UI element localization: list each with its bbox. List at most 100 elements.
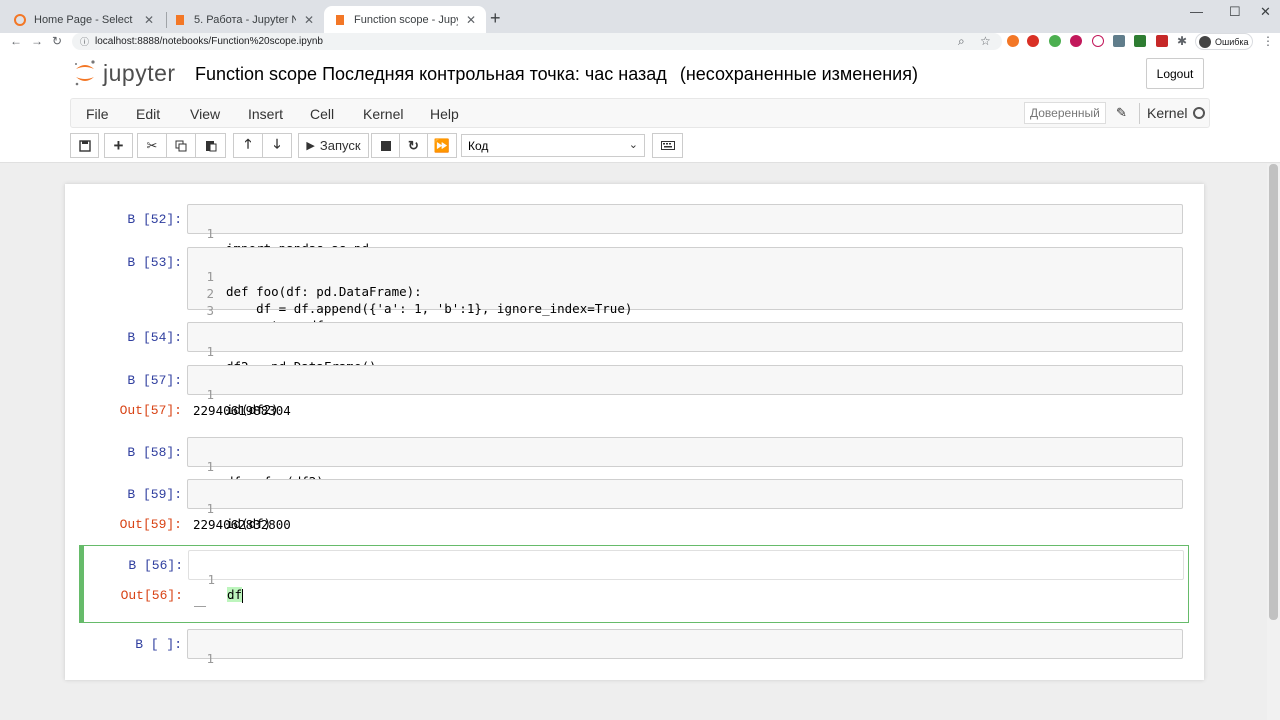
input-prompt: В [58]: xyxy=(127,445,182,460)
browser-menu-icon[interactable]: ⋮ xyxy=(1262,34,1274,48)
cut-button[interactable]: ✂ xyxy=(137,133,167,158)
kernel-name[interactable]: Kernel xyxy=(1147,105,1187,121)
command-palette-button[interactable] xyxy=(652,133,683,158)
run-label: Запуск xyxy=(319,138,361,153)
code-cell[interactable]: В [58]: 1 df = foo(df2) xyxy=(79,434,1189,489)
close-tab-icon[interactable]: ✕ xyxy=(304,13,314,27)
maximize-icon[interactable]: ☐ xyxy=(1229,4,1241,20)
browser-tab-home[interactable]: Home Page - Select or create a n ✕ xyxy=(4,6,164,33)
code-cell[interactable]: В [59]: 1 id(df) Out[59]: 2294062832800 xyxy=(79,477,1189,545)
insert-cell-button[interactable]: + xyxy=(104,133,133,158)
restart-run-all-button[interactable]: ⏩ xyxy=(427,133,457,158)
scissors-icon: ✂ xyxy=(146,137,158,153)
zoom-icon[interactable]: ⌕ xyxy=(958,34,965,49)
logout-button[interactable]: Logout xyxy=(1146,58,1204,89)
line-number: 1 xyxy=(206,226,214,241)
paste-button[interactable] xyxy=(195,133,226,158)
input-prompt: В [52]: xyxy=(127,212,182,227)
line-number: 1 xyxy=(206,459,214,474)
stop-icon xyxy=(380,140,391,151)
output-prompt: Out[56]: xyxy=(120,588,183,603)
extension-icon[interactable] xyxy=(1134,35,1146,47)
minimize-icon[interactable]: — xyxy=(1190,4,1203,19)
extension-icon[interactable] xyxy=(1070,35,1082,47)
back-icon[interactable]: ← xyxy=(10,34,22,48)
scrollbar-thumb[interactable] xyxy=(1269,164,1278,620)
close-tab-icon[interactable]: ✕ xyxy=(144,13,154,27)
menu-cell[interactable]: Cell xyxy=(310,106,334,122)
code-editor[interactable]: 1 df xyxy=(188,550,1184,603)
extensions-puzzle-icon[interactable]: ✱ xyxy=(1177,34,1187,48)
extension-icon[interactable] xyxy=(1092,35,1104,47)
notebook-scroll-area[interactable]: В [52]: 1 import pandas as pd В [53]: 1 … xyxy=(0,164,1267,720)
output-prompt: Out[57]: xyxy=(119,403,182,418)
extension-icon[interactable] xyxy=(1113,35,1125,47)
menu-bar: File Edit View Insert Cell Kernel Help Д… xyxy=(70,98,1210,128)
window-close-icon[interactable]: ✕ xyxy=(1260,4,1271,20)
menu-view[interactable]: View xyxy=(190,106,220,122)
jupyter-favicon-icon xyxy=(14,13,26,26)
close-tab-icon[interactable]: ✕ xyxy=(466,13,476,27)
code-cell[interactable]: В [52]: 1 import pandas as pd xyxy=(79,201,1189,256)
output-text: 2294062832800 xyxy=(193,517,291,532)
jupyter-logo[interactable]: jupyter xyxy=(73,58,176,88)
edit-mode-pencil-icon: ✎ xyxy=(1116,105,1127,120)
url-input[interactable]: ⓘ localhost:8888/notebooks/Function%20sc… xyxy=(72,33,1002,50)
interrupt-button[interactable] xyxy=(371,133,400,158)
profile-error-button[interactable]: Ошибка xyxy=(1195,33,1253,50)
extension-icon[interactable] xyxy=(1027,35,1039,47)
jupyter-logo-text: jupyter xyxy=(103,59,176,86)
code-cell-selected[interactable]: В [56]: 1 df Out[56]: __ xyxy=(79,545,1189,623)
code-editor[interactable]: 1 import pandas as pd xyxy=(187,204,1183,256)
extension-icon[interactable] xyxy=(1049,35,1061,47)
new-tab-icon[interactable]: + xyxy=(490,8,501,29)
move-down-button[interactable]: 🡓 xyxy=(262,133,292,158)
extension-icon[interactable] xyxy=(1007,35,1019,47)
trusted-indicator[interactable]: Доверенный xyxy=(1024,102,1106,124)
browser-tab-notebook[interactable]: 5. Работа - Jupyter Notebook ✕ xyxy=(164,6,324,33)
notebook-title[interactable]: Function scope xyxy=(195,64,317,84)
browser-address-bar: ← → ↻ ⓘ localhost:8888/notebooks/Functio… xyxy=(0,33,1280,51)
input-prompt: В [ ]: xyxy=(135,637,182,652)
code-editor[interactable]: 1 id(df2) xyxy=(187,365,1183,417)
tab-title: Home Page - Select or create a n xyxy=(34,13,136,26)
extension-icon[interactable] xyxy=(1156,35,1168,47)
menu-help[interactable]: Help xyxy=(430,106,459,122)
code-editor[interactable]: 1 xyxy=(187,629,1183,666)
restart-button[interactable]: ↻ xyxy=(399,133,428,158)
menu-file[interactable]: File xyxy=(86,106,109,122)
code-cell[interactable]: В [54]: 1 df2 = pd.DataFrame() xyxy=(79,320,1189,374)
line-number: 1 xyxy=(206,387,214,402)
code-cell[interactable]: В [ ]: 1 xyxy=(79,627,1189,667)
plus-icon: + xyxy=(113,135,124,155)
arrow-down-icon: 🡓 xyxy=(273,135,281,151)
matched-text: df xyxy=(227,587,243,602)
code-editor[interactable]: 1 df = foo(df2) xyxy=(187,437,1183,489)
code-text: df xyxy=(227,587,244,603)
forward-icon[interactable]: → xyxy=(31,34,43,48)
menu-insert[interactable]: Insert xyxy=(248,106,283,122)
jupyter-logo-icon xyxy=(73,58,97,88)
code-editor[interactable]: 1 df2 = pd.DataFrame() xyxy=(187,322,1183,374)
run-button[interactable]: ▶ Запуск xyxy=(298,133,369,158)
browser-tab-function-scope[interactable]: Function scope - Jupyter Noteboo ✕ xyxy=(324,6,486,33)
notebook-container: В [52]: 1 import pandas as pd В [53]: 1 … xyxy=(65,184,1204,680)
menu-edit[interactable]: Edit xyxy=(136,106,160,122)
reload-icon[interactable]: ↻ xyxy=(52,34,62,48)
move-up-button[interactable]: 🡑 xyxy=(233,133,263,158)
bookmark-star-icon[interactable]: ☆ xyxy=(980,34,991,48)
cell-type-select[interactable]: Код ⌄ xyxy=(461,134,645,157)
code-cell[interactable]: В [57]: 1 id(df2) Out[57]: 2294061988304 xyxy=(79,363,1189,431)
copy-button[interactable] xyxy=(166,133,196,158)
restart-icon: ↻ xyxy=(408,137,419,153)
code-editor[interactable]: 1 id(df) xyxy=(187,479,1183,531)
menu-kernel[interactable]: Kernel xyxy=(363,106,403,122)
line-number: 1 xyxy=(206,651,214,666)
save-button[interactable] xyxy=(70,133,99,158)
code-cell[interactable]: В [53]: 1 def foo(df: pd.DataFrame): 2 d… xyxy=(79,244,1189,333)
autosave-status: (несохраненные изменения) xyxy=(679,64,918,84)
browser-tab-strip: Home Page - Select or create a n ✕ 5. Ра… xyxy=(0,0,1280,33)
code-editor[interactable]: 1 def foo(df: pd.DataFrame): 2 df = df.a… xyxy=(187,247,1183,333)
save-icon xyxy=(78,139,91,152)
page-scrollbar[interactable] xyxy=(1267,164,1280,720)
